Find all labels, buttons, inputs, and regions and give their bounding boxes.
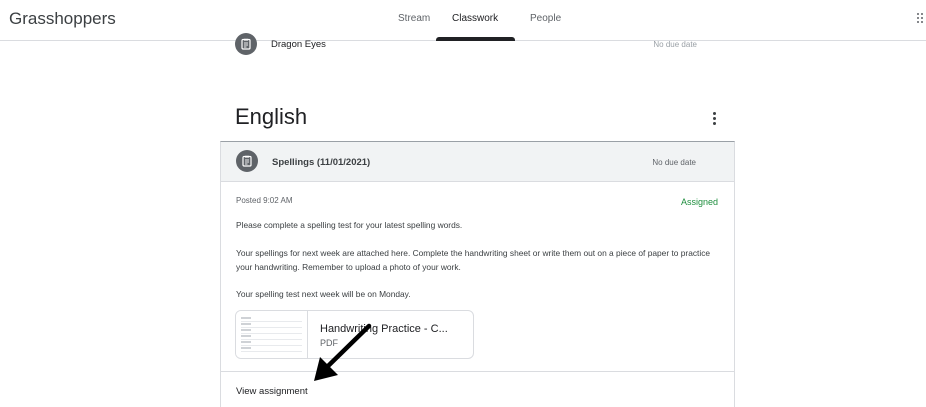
- classwork-item-dragon-eyes[interactable]: Dragon Eyes No due date: [220, 31, 735, 59]
- tab-people[interactable]: People: [530, 13, 561, 24]
- item-title: Dragon Eyes: [271, 39, 326, 50]
- view-assignment-link[interactable]: View assignment: [236, 386, 308, 397]
- description-paragraph: Your spellings for next week are attache…: [236, 248, 711, 272]
- assignment-icon: [235, 33, 257, 55]
- assignment-icon: [236, 150, 258, 172]
- tab-classwork[interactable]: Classwork: [452, 13, 498, 24]
- due-date: No due date: [652, 158, 696, 167]
- posted-time: Posted 9:02 AM: [236, 196, 293, 205]
- tab-stream[interactable]: Stream: [398, 13, 430, 24]
- status-badge: Assigned: [680, 197, 718, 207]
- card-footer: View assignment: [221, 371, 734, 407]
- due-date: No due date: [653, 40, 697, 49]
- class-name[interactable]: Grasshoppers: [9, 9, 116, 29]
- assignment-card-header[interactable]: Spellings (11/01/2021) No due date: [221, 142, 734, 182]
- description-paragraph: Your spelling test next week will be on …: [236, 289, 411, 299]
- pointer-arrow-icon: [314, 323, 372, 381]
- attachment-thumbnail: [236, 311, 308, 358]
- apps-grid-icon[interactable]: [917, 13, 926, 25]
- topic-title: English: [235, 104, 308, 129]
- assignment-title: Spellings (11/01/2021): [272, 157, 371, 168]
- assignment-card: Spellings (11/01/2021) No due date Poste…: [220, 141, 735, 407]
- more-vert-icon[interactable]: [709, 111, 719, 127]
- description-paragraph: Please complete a spelling test for your…: [236, 220, 463, 230]
